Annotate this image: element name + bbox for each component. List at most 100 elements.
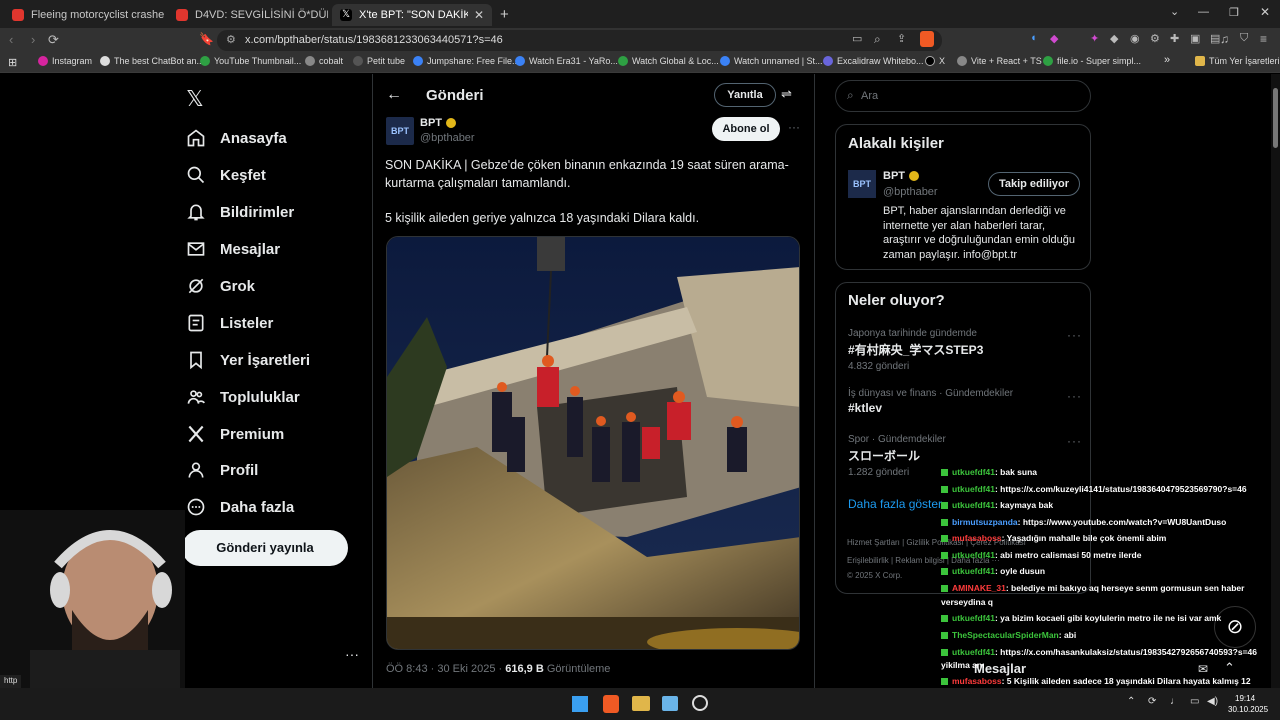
nav-lists[interactable]: Listeler [186, 313, 273, 333]
menu-icon[interactable]: ≡ [1260, 32, 1267, 46]
tab-1[interactable]: Fleeing motorcyclist crashes during h [4, 4, 164, 26]
post-button[interactable]: Gönderi yayınla [182, 530, 348, 566]
clock-time[interactable]: 19:14 [1235, 694, 1255, 703]
bookmark-1[interactable]: Instagram [38, 56, 92, 66]
scrollbar-thumb[interactable] [1273, 88, 1278, 148]
nav-notifications[interactable]: Bildirimler [186, 202, 294, 222]
avatar[interactable]: BPT [848, 170, 876, 198]
extensions-icon[interactable]: ✚ [1170, 32, 1179, 45]
close-window-icon[interactable]: ✕ [1260, 5, 1270, 19]
bookmark-7[interactable]: Watch Era31 - YaRo... [515, 56, 618, 66]
forward-icon[interactable]: › [31, 32, 35, 47]
nav-home[interactable]: Anasayfa [186, 128, 287, 148]
expand-icon[interactable]: ⌃ [1224, 660, 1235, 676]
zoom-icon[interactable]: ⌕ [874, 32, 881, 47]
wallet-icon[interactable]: ▤ [1210, 32, 1220, 45]
trend-more-icon[interactable]: ··· [1067, 328, 1082, 342]
bookmark-6[interactable]: Jumpshare: Free File... [413, 56, 520, 66]
brave-browser-icon[interactable] [603, 695, 619, 713]
tray-chevron-icon[interactable]: ⌃ [1127, 696, 1135, 707]
tray-icon[interactable]: ⟳ [1148, 696, 1156, 707]
more-icon[interactable]: ··· [788, 120, 800, 134]
account-more-icon[interactable]: ··· [345, 646, 359, 662]
list-icon [188, 314, 204, 332]
related-name[interactable]: BPT [883, 170, 919, 182]
new-message-icon[interactable]: ✉ [1198, 662, 1208, 676]
new-tab-icon[interactable]: + [500, 6, 509, 23]
back-icon[interactable]: ‹ [9, 32, 13, 47]
more-bookmarks-icon[interactable]: » [1164, 54, 1170, 66]
nav-premium[interactable]: Premium [186, 424, 284, 444]
trend-more-icon[interactable]: ··· [1067, 434, 1082, 448]
brave-shield-icon[interactable] [920, 31, 934, 47]
search-input[interactable]: ⌕ Ara [835, 80, 1091, 112]
tab-3-active[interactable]: 𝕏 X'te BPT: "SON DAKİKA | Gebze'✕ [332, 4, 492, 26]
share-icon[interactable]: ⇪ [897, 32, 906, 45]
back-arrow-icon[interactable]: ← [386, 86, 402, 104]
bookmark-8[interactable]: Watch Global & Loc... [618, 56, 719, 66]
post-image[interactable] [386, 236, 800, 650]
close-tab-icon[interactable]: ✕ [468, 8, 484, 22]
author-name[interactable]: BPT [420, 117, 456, 129]
extension-icon-4[interactable]: ◆ [1110, 32, 1118, 45]
bookmark-3[interactable]: YouTube Thumbnail... [200, 56, 301, 66]
clock-date[interactable]: 30.10.2025 [1228, 705, 1268, 714]
network-icon[interactable]: ▭ [1190, 696, 1199, 707]
x-logo-icon[interactable]: 𝕏 [186, 86, 204, 112]
extension-icon-3[interactable]: ✦ [1090, 32, 1099, 45]
trend-item[interactable]: Japonya tarihinde gündemde #有村麻央_学マスSTEP… [848, 328, 1083, 372]
show-more-link[interactable]: Daha fazla göster [848, 497, 942, 511]
subscribe-button[interactable]: Abone ol [712, 117, 780, 141]
cast-icon[interactable]: ▭ [852, 32, 862, 45]
obs-icon[interactable] [692, 695, 708, 711]
nav-grok[interactable]: Grok [186, 276, 255, 296]
following-button[interactable]: Takip ediliyor [988, 172, 1080, 196]
bookmark-5[interactable]: Petit tube [353, 56, 405, 66]
chat-message: mufasaboss: Yaşadığın mahalle bile çok ö… [941, 533, 1166, 543]
windows-start-icon[interactable] [572, 696, 588, 712]
bookmark-12[interactable]: Vite + React + TS [957, 56, 1042, 66]
nav-communities[interactable]: Topluluklar [186, 387, 300, 407]
maximize-icon[interactable]: ❐ [1229, 6, 1239, 19]
minimize-icon[interactable]: — [1198, 6, 1209, 18]
reply-button[interactable]: Yanıtla [714, 83, 776, 107]
extension-icon-2[interactable]: ◆ [1050, 32, 1058, 45]
music-icon[interactable]: ♫ [1220, 32, 1229, 46]
volume-icon[interactable]: ◀) [1207, 696, 1218, 707]
reload-icon[interactable]: ⟳ [48, 32, 59, 48]
microphone-icon[interactable]: ♩ [1170, 696, 1180, 707]
trend-item[interactable]: İş dünyası ve finans · Gündemdekiler #kt… [848, 388, 1083, 415]
tab-search-icon[interactable]: ⌄ [1170, 5, 1179, 18]
extension-icon-6[interactable]: ⚙ [1150, 32, 1160, 45]
bookmarks-folder[interactable]: Tüm Yer İşaretleri [1195, 56, 1280, 66]
site-info-icon[interactable]: ⚙ [226, 33, 236, 46]
bookmark-9[interactable]: Watch unnamed | St... [720, 56, 823, 66]
avatar[interactable]: BPT [386, 117, 414, 145]
nav-profile[interactable]: Profil [186, 460, 258, 480]
related-handle[interactable]: @bpthaber [883, 186, 938, 198]
bookmark-13[interactable]: file.io - Super simpl... [1043, 56, 1141, 66]
app-icon[interactable] [662, 696, 678, 711]
nav-more[interactable]: Daha fazla [186, 497, 294, 517]
extension-icon-1[interactable]: ◖ [1030, 32, 1037, 44]
address-bar[interactable]: ⚙ x.com/bpthaber/status/1983681233063440… [217, 30, 942, 51]
trend-more-icon[interactable]: ··· [1067, 389, 1082, 403]
sidebar-icon[interactable]: ▣ [1190, 32, 1200, 45]
tab-2[interactable]: D4VD: SEVGİLİSİNİ Ö*DÜREN ŞARKIC [168, 4, 328, 26]
scrollbar[interactable] [1271, 74, 1280, 688]
settings-sliders-icon[interactable]: ⇌ [781, 86, 792, 102]
nav-explore[interactable]: Keşfet [186, 165, 266, 185]
bookmark-2[interactable]: The best ChatBot an... [100, 56, 204, 66]
nav-messages[interactable]: Mesajlar [186, 239, 280, 259]
file-explorer-icon[interactable] [632, 696, 650, 711]
vpn-icon[interactable]: ⛉ [1240, 32, 1248, 45]
apps-icon[interactable]: ⊞ [8, 56, 17, 69]
author-handle[interactable]: @bpthaber [420, 132, 475, 144]
bookmark-11[interactable]: X [925, 56, 945, 66]
extension-icon-5[interactable]: ◉ [1130, 32, 1140, 45]
bookmark-icon[interactable]: 🔖 [199, 32, 214, 46]
nav-bookmarks[interactable]: Yer İşaretleri [186, 350, 310, 370]
bookmark-4[interactable]: cobalt [305, 56, 343, 66]
chat-username: TheSpectacularSpiderMan [952, 630, 1059, 640]
bookmark-10[interactable]: Excalidraw Whitebo... [823, 56, 924, 66]
